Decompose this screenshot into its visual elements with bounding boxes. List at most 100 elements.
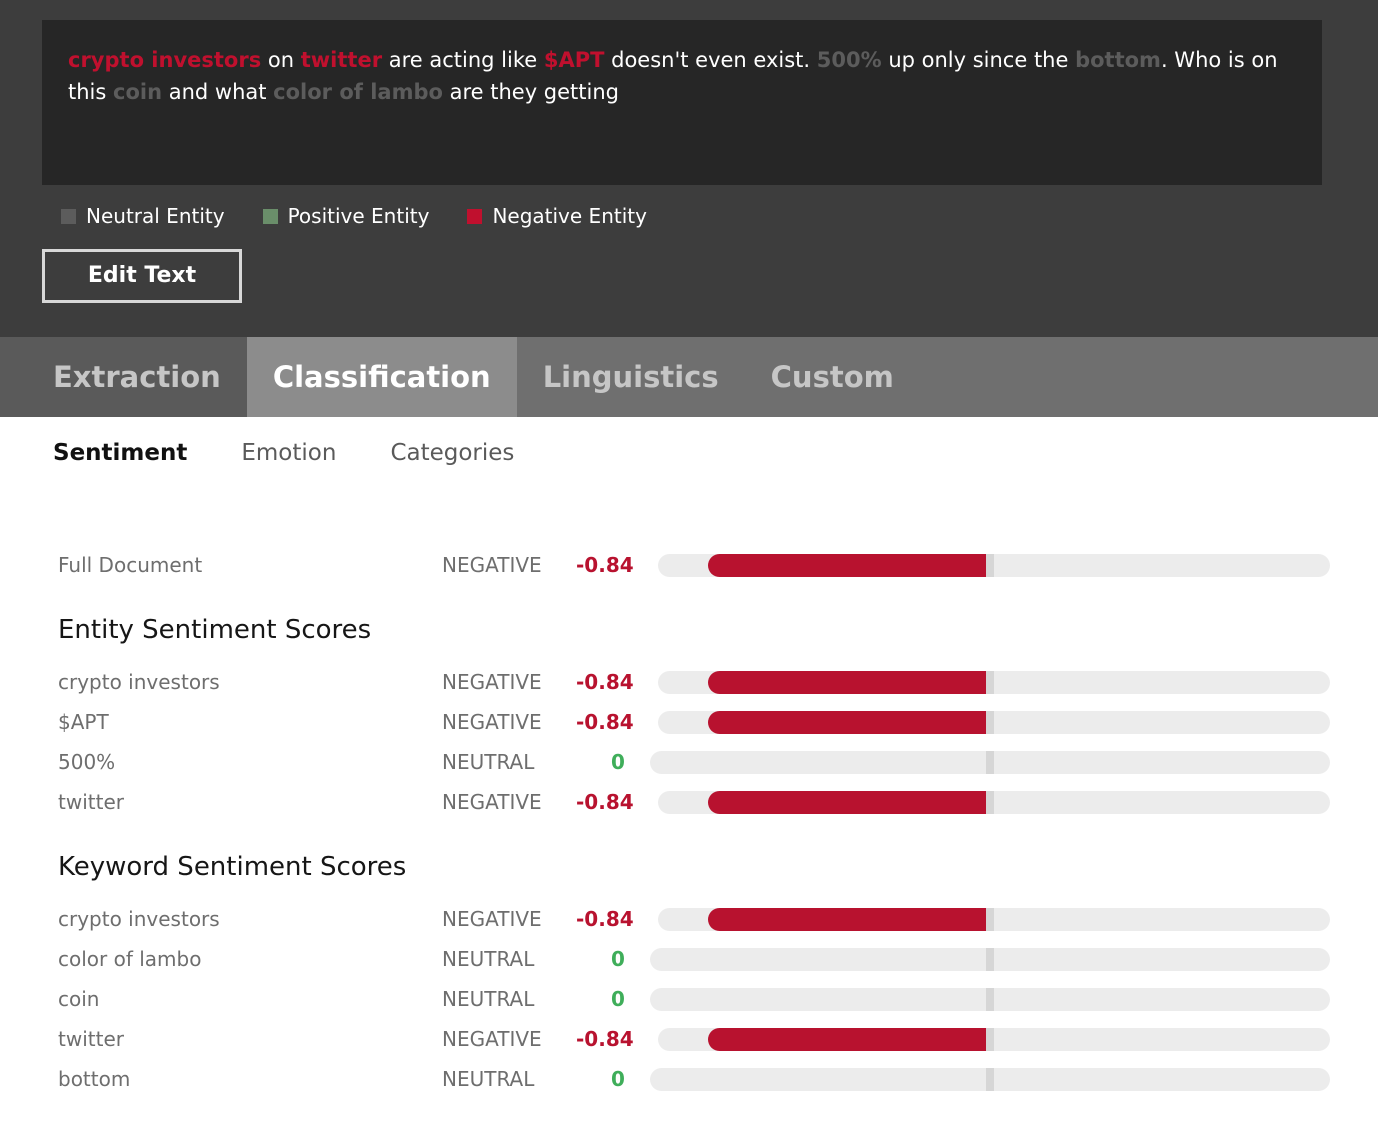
main-tabs: Extraction Classification Linguistics Custo… xyxy=(0,337,1378,417)
sentiment-row-label: crypto investors xyxy=(58,907,220,931)
tab-extraction[interactable]: Extraction xyxy=(0,337,247,417)
sentiment-row: twitter NEGATIVE -0.84 xyxy=(0,782,1378,822)
neutral-entity-highlight: color of lambo xyxy=(273,80,443,104)
analyzed-text: crypto investors on twitter are acting l… xyxy=(42,20,1322,185)
sentiment-bar-zero-marker xyxy=(986,554,994,577)
sentiment-bar xyxy=(650,948,1330,971)
sentiment-bar xyxy=(650,988,1330,1011)
neutral-entity-highlight: 500% xyxy=(816,48,882,72)
legend-item: Positive Entity xyxy=(262,204,430,228)
text-panel: crypto investors on twitter are acting l… xyxy=(0,0,1378,337)
entity-legend: Neutral Entity Positive Entity Negative En… xyxy=(61,204,685,228)
sentiment-score: -0.84 xyxy=(576,710,634,734)
sentiment-class: NEUTRAL xyxy=(442,750,535,774)
sentiment-bar xyxy=(658,554,1330,577)
sentiment-score: 0 xyxy=(611,750,625,774)
sentiment-bar xyxy=(650,1068,1330,1091)
sentiment-class: NEUTRAL xyxy=(442,1067,535,1091)
tab-custom[interactable]: Custom xyxy=(745,337,920,417)
sentiment-row: $APT NEGATIVE -0.84 xyxy=(0,702,1378,742)
sentiment-class: NEGATIVE xyxy=(442,553,542,577)
sentiment-row-label: 500% xyxy=(58,750,116,774)
sentiment-row-label: crypto investors xyxy=(58,670,220,694)
sentiment-row: crypto investors NEGATIVE -0.84 xyxy=(0,899,1378,939)
sentiment-bar-fill xyxy=(707,711,990,734)
sentiment-class: NEUTRAL xyxy=(442,987,535,1011)
tab-classification[interactable]: Classification xyxy=(246,337,517,417)
text-segment: and what xyxy=(162,80,274,104)
subtab-categories[interactable]: Categories xyxy=(390,440,514,466)
sentiment-row: bottom NEUTRAL 0 xyxy=(0,1059,1378,1099)
sentiment-bar xyxy=(658,711,1330,734)
sentiment-row-label: Full Document xyxy=(58,553,203,577)
sub-tabs: Sentiment Emotion Categories xyxy=(53,440,568,466)
text-segment: are acting like xyxy=(382,48,544,72)
negative-entity-highlight: crypto investors xyxy=(68,48,262,72)
sentiment-class: NEGATIVE xyxy=(442,670,542,694)
neutral-entity-highlight: coin xyxy=(113,80,163,104)
subtab-sentiment[interactable]: Sentiment xyxy=(53,440,187,466)
sentiment-score: 0 xyxy=(611,947,625,971)
text-segment: up only since the xyxy=(881,48,1076,72)
sentiment-bar xyxy=(658,791,1330,814)
sentiment-class: NEGATIVE xyxy=(442,1027,542,1051)
sentiment-class: NEGATIVE xyxy=(442,710,542,734)
negative-entity-highlight: $APT xyxy=(543,48,605,72)
sentiment-row: Full Document NEGATIVE -0.84 xyxy=(0,545,1378,585)
section-title: Keyword Sentiment Scores xyxy=(58,852,407,882)
legend-label: Negative Entity xyxy=(492,204,647,228)
sentiment-row-label: color of lambo xyxy=(58,947,202,971)
sentiment-bar-fill xyxy=(707,671,990,694)
sentiment-bar-fill xyxy=(707,554,990,577)
neutral-entity-highlight: bottom xyxy=(1075,48,1161,72)
legend-swatch-icon xyxy=(467,208,483,224)
sentiment-row-label: twitter xyxy=(58,1027,124,1051)
sentiment-row-label: bottom xyxy=(58,1067,131,1091)
sentiment-bar-zero-marker xyxy=(986,908,994,931)
sentiment-row: crypto investors NEGATIVE -0.84 xyxy=(0,662,1378,702)
sentiment-bar-zero-marker xyxy=(986,711,994,734)
sentiment-score: -0.84 xyxy=(576,907,634,931)
negative-entity-highlight: twitter xyxy=(300,48,383,72)
sentiment-class: NEUTRAL xyxy=(442,947,535,971)
legend-swatch-icon xyxy=(61,208,76,224)
text-segment: are they getting xyxy=(442,80,619,104)
sentiment-bar-zero-marker xyxy=(986,791,994,814)
sentiment-score: 0 xyxy=(611,987,625,1011)
sentiment-score: -0.84 xyxy=(576,670,634,694)
sentiment-bar-fill xyxy=(707,908,990,931)
legend-item: Neutral Entity xyxy=(61,204,225,228)
section-title: Entity Sentiment Scores xyxy=(58,615,372,645)
sentiment-score: 0 xyxy=(611,1067,625,1091)
sentiment-row: coin NEUTRAL 0 xyxy=(0,979,1378,1019)
tab-linguistics[interactable]: Linguistics xyxy=(517,337,745,417)
text-segment: on xyxy=(261,48,301,72)
sentiment-class: NEGATIVE xyxy=(442,907,542,931)
sentiment-bar xyxy=(658,908,1330,931)
text-segment: doesn't even exist. xyxy=(604,48,817,72)
sentiment-bar-fill xyxy=(707,1028,990,1051)
edit-text-button[interactable]: Edit Text xyxy=(42,249,242,303)
sentiment-score: -0.84 xyxy=(576,790,634,814)
sentiment-bar-zero-marker xyxy=(986,988,994,1011)
sentiment-bar-zero-marker xyxy=(986,671,994,694)
subtab-emotion[interactable]: Emotion xyxy=(241,440,336,466)
sentiment-score: -0.84 xyxy=(576,553,634,577)
sentiment-bar-fill xyxy=(707,791,990,814)
sentiment-row: 500% NEUTRAL 0 xyxy=(0,742,1378,782)
sentiment-score: -0.84 xyxy=(576,1027,634,1051)
sentiment-row-label: $APT xyxy=(58,710,109,734)
sentiment-bar-zero-marker xyxy=(986,948,994,971)
sentiment-row: color of lambo NEUTRAL 0 xyxy=(0,939,1378,979)
sentiment-bar-zero-marker xyxy=(986,1068,994,1091)
sentiment-bar xyxy=(650,751,1330,774)
legend-item: Negative Entity xyxy=(467,204,647,228)
sentiment-bar xyxy=(658,1028,1330,1051)
legend-label: Neutral Entity xyxy=(86,204,225,228)
sentiment-row-label: coin xyxy=(58,987,100,1011)
sentiment-bar-zero-marker xyxy=(986,1028,994,1051)
sentiment-row-label: twitter xyxy=(58,790,124,814)
legend-label: Positive Entity xyxy=(287,204,430,228)
sentiment-bar xyxy=(658,671,1330,694)
legend-swatch-icon xyxy=(262,208,278,224)
